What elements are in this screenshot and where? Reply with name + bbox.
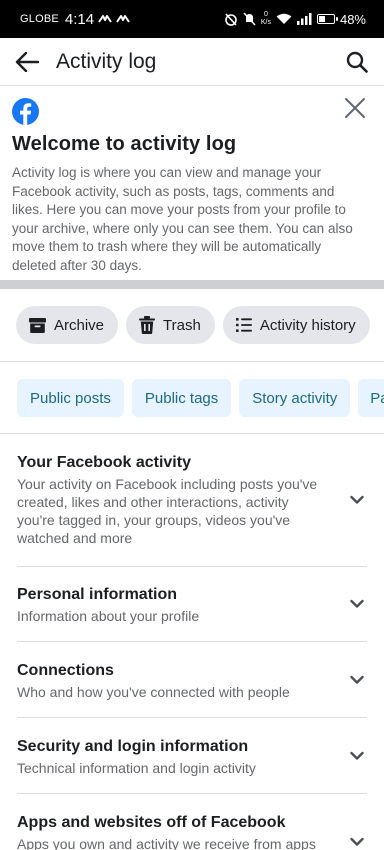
section-description: Apps you own and activity we receive fro… bbox=[17, 836, 316, 850]
section-title: Connections bbox=[17, 662, 114, 679]
chip-partial[interactable]: Pa bbox=[358, 379, 384, 417]
divider bbox=[0, 433, 384, 434]
close-icon bbox=[345, 98, 365, 118]
page-title: Activity log bbox=[56, 49, 157, 73]
archive-label: Archive bbox=[54, 316, 105, 334]
carrier-name: GLOBE bbox=[20, 13, 59, 25]
section-security-and-login[interactable]: Security and login information Technical… bbox=[17, 737, 367, 777]
chevron-down-icon bbox=[350, 751, 364, 760]
section-personal-information[interactable]: Personal information Information about y… bbox=[17, 585, 367, 625]
arrow-left-icon bbox=[15, 51, 39, 72]
section-your-facebook-activity[interactable]: Your Facebook activity Your activity on … bbox=[17, 453, 367, 547]
battery-percent: 48% bbox=[339, 11, 366, 27]
chip-public-posts[interactable]: Public posts bbox=[17, 379, 124, 417]
welcome-title: Welcome to activity log bbox=[12, 133, 237, 155]
facebook-logo-icon bbox=[12, 98, 39, 125]
chevron-down-icon bbox=[350, 675, 364, 684]
archive-button[interactable]: Archive bbox=[16, 306, 119, 344]
section-divider bbox=[0, 280, 384, 289]
network-speed: 0 K/s bbox=[261, 11, 271, 27]
divider bbox=[17, 641, 367, 642]
net-speed-value: 0 bbox=[263, 11, 268, 18]
activity-history-button[interactable]: Activity history bbox=[222, 306, 370, 344]
section-description: Your activity on Facebook including post… bbox=[17, 476, 318, 546]
list-icon bbox=[235, 318, 252, 332]
messenger-notification-icon bbox=[98, 14, 112, 25]
section-apps-and-websites[interactable]: Apps and websites off of Facebook Apps y… bbox=[17, 813, 367, 850]
mute-icon bbox=[243, 12, 256, 26]
divider bbox=[17, 793, 367, 794]
status-right: 0 K/s 48% bbox=[224, 11, 366, 27]
search-button[interactable] bbox=[344, 49, 370, 75]
chevron-down-icon bbox=[350, 599, 364, 608]
filter-chips: Public posts Public tags Story activity … bbox=[17, 379, 384, 417]
welcome-description: Activity log is where you can view and m… bbox=[12, 165, 353, 273]
status-bar: GLOBE 4:14 0 K/s 48% bbox=[0, 0, 384, 38]
activity-history-label: Activity history bbox=[259, 316, 356, 334]
section-description: Information about your profile bbox=[17, 608, 200, 624]
wifi-icon bbox=[276, 13, 292, 25]
trash-button[interactable]: Trash bbox=[126, 306, 215, 344]
section-connections[interactable]: Connections Who and how you've connected… bbox=[17, 661, 367, 701]
chip-public-tags[interactable]: Public tags bbox=[131, 379, 232, 417]
battery-fill bbox=[318, 16, 326, 22]
welcome-card: Welcome to activity log Activity log is … bbox=[0, 86, 384, 280]
archive-icon bbox=[29, 317, 46, 333]
net-speed-unit: K/s bbox=[260, 19, 271, 26]
section-description: Technical information and login activity bbox=[17, 760, 256, 776]
section-description: Who and how you've connected with people bbox=[17, 684, 290, 700]
section-title: Your Facebook activity bbox=[17, 454, 191, 471]
battery-icon bbox=[316, 14, 338, 24]
divider bbox=[17, 717, 367, 718]
chevron-down-icon bbox=[350, 837, 364, 846]
section-title: Personal information bbox=[17, 586, 178, 603]
chip-story-activity[interactable]: Story activity bbox=[239, 379, 351, 417]
alarm-off-icon bbox=[224, 12, 238, 26]
close-button[interactable] bbox=[344, 97, 368, 121]
section-title: Apps and websites off of Facebook bbox=[17, 814, 286, 831]
action-buttons: Archive Trash Activity history bbox=[16, 306, 370, 344]
signal-icon bbox=[296, 13, 312, 25]
messenger-notification-icon bbox=[116, 14, 130, 25]
section-title: Security and login information bbox=[17, 738, 249, 755]
back-button[interactable] bbox=[14, 49, 40, 75]
app-header: Activity log bbox=[0, 38, 384, 86]
divider bbox=[17, 566, 367, 567]
trash-label: Trash bbox=[163, 316, 201, 334]
chevron-down-icon bbox=[350, 495, 364, 504]
status-left: GLOBE 4:14 bbox=[20, 11, 130, 28]
status-time: 4:14 bbox=[64, 10, 95, 28]
divider bbox=[0, 361, 384, 362]
trash-icon bbox=[139, 316, 156, 334]
search-icon bbox=[346, 51, 368, 73]
